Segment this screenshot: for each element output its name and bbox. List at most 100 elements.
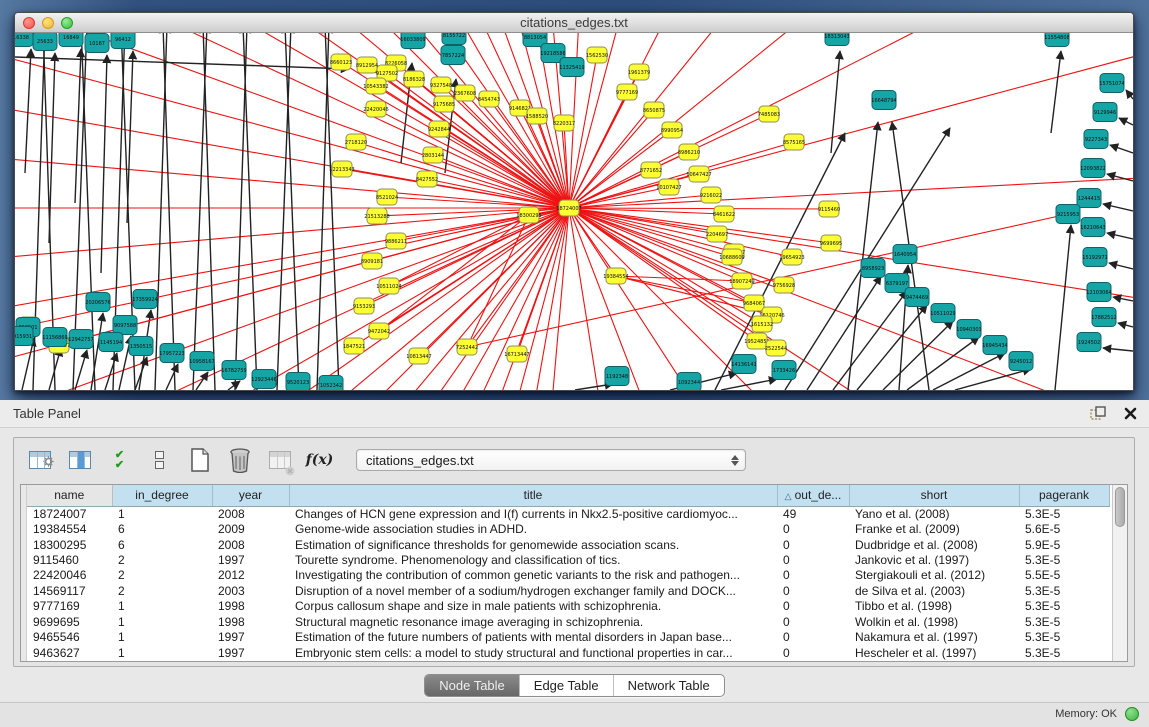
graph-node[interactable]: 16713447 [504,346,529,362]
table-cell[interactable]: 5.3E-5 [1019,584,1109,599]
table-cell[interactable]: 2008 [212,537,289,552]
table-cell[interactable]: Hescheler et al. (1997) [849,645,1019,661]
table-cell[interactable]: 0 [777,537,849,552]
network-window[interactable]: citations_edges.txt 18724007866012389129… [14,12,1134,391]
graph-node[interactable]: 12942757 [68,330,93,349]
table-cell[interactable]: 18300295 [27,537,112,552]
table-row[interactable]: 977716911998Corpus callosum shape and si… [27,599,1109,614]
table-cell[interactable]: 5.6E-5 [1019,522,1109,537]
graph-node[interactable]: 1615132 [751,316,773,332]
graph-node[interactable]: 8909181 [361,253,383,269]
table-row[interactable]: 1456911722003Disruption of a novel membe… [27,584,1109,599]
table-cell[interactable]: 5.3E-5 [1019,630,1109,645]
graph-node[interactable]: 9699695 [820,235,842,251]
graph-node[interactable]: 7485083 [758,106,780,122]
table-cell[interactable]: Stergiakouli et al. (2012) [849,568,1019,583]
graph-node[interactable]: 8427552 [416,171,438,187]
graph-node[interactable]: 18724007 [556,200,581,216]
table-row[interactable]: 1872400712008Changes of HCN gene express… [27,506,1109,522]
graph-node[interactable]: 9245012 [1009,352,1033,371]
select-all-columns-icon[interactable]: ✔✔ [106,447,133,474]
table-cell[interactable]: Genome-wide association studies in ADHD. [289,522,777,537]
table-cell[interactable]: Yano et al. (2008) [849,506,1019,522]
graph-node[interactable]: 8186328 [403,71,425,87]
vertical-scrollbar[interactable] [1112,485,1127,661]
graph-node[interactable]: 7252442 [456,339,478,355]
table-cell[interactable]: 1997 [212,630,289,645]
table-cell[interactable]: 1 [112,645,212,661]
graph-node[interactable]: 16338 [15,33,33,47]
graph-node[interactable]: 10940303 [956,320,981,339]
column-header-name[interactable]: name [27,485,112,506]
graph-node[interactable]: 11554808 [1044,33,1069,47]
graph-node[interactable]: 16648794 [871,91,896,110]
graph-node[interactable]: 17359924 [132,290,157,309]
graph-node[interactable]: 9153293 [353,298,375,314]
table-cell[interactable]: 5.3E-5 [1019,553,1109,568]
graph-node[interactable]: 8155722 [442,33,466,45]
column-header-title[interactable]: title [289,485,777,506]
graph-node[interactable]: 2718120 [345,134,367,150]
graph-node[interactable]: 17957223 [159,344,184,363]
tab-node-table[interactable]: Node Table [425,675,519,696]
graph-node[interactable]: 8912954 [356,57,378,73]
graph-node[interactable]: 25633 [33,33,57,51]
table-cell[interactable]: 0 [777,584,849,599]
graph-node[interactable]: 2367608 [454,85,476,101]
table-cell[interactable]: 2008 [212,506,289,522]
table-cell[interactable]: Tourette syndrome. Phenomenology and cla… [289,553,777,568]
graph-node[interactable]: 2204697 [706,226,728,242]
table-cell[interactable]: 2012 [212,568,289,583]
graph-node[interactable]: 1924502 [1077,333,1101,352]
graph-node[interactable]: 3915931 [15,327,33,346]
graph-node[interactable]: 9129946 [1093,103,1117,122]
graph-node[interactable]: 10187 [85,34,109,53]
delete-row-icon[interactable] [226,447,253,474]
graph-node[interactable]: 10647427 [686,166,711,182]
table-cell[interactable]: 9463627 [27,645,112,661]
table-cell[interactable]: 18724007 [27,506,112,522]
graph-node[interactable]: 16849 [59,33,83,47]
graph-node[interactable]: 2803144 [422,147,444,163]
table-selector[interactable]: citations_edges.txt [356,449,746,471]
graph-node[interactable]: 16945434 [982,336,1007,355]
table-cell[interactable]: 22420046 [27,568,112,583]
graph-node[interactable]: 8454743 [478,91,500,107]
table-cell[interactable]: 1 [112,615,212,630]
graph-node[interactable]: 10688609 [719,249,744,265]
graph-node[interactable]: 1192348 [605,367,629,386]
table-cell[interactable]: 1997 [212,645,289,661]
table-cell[interactable]: 1998 [212,615,289,630]
table-cell[interactable]: Dudbridge et al. (2008) [849,537,1019,552]
graph-node[interactable]: 15751074 [1099,74,1124,93]
function-builder-icon[interactable]: f(x) [306,447,333,474]
new-row-icon[interactable] [186,447,213,474]
graph-node[interactable]: 9777169 [616,84,638,100]
graph-node[interactable]: 22420046 [363,101,388,117]
table-cell[interactable]: 6 [112,537,212,552]
graph-node[interactable]: 1562530 [586,47,608,63]
table-cell[interactable]: 5.3E-5 [1019,645,1109,661]
graph-node[interactable]: 9097588 [113,316,137,335]
graph-node[interactable]: 8958923 [861,259,885,278]
graph-node[interactable]: 19654923 [779,249,804,265]
graph-node[interactable]: 10511029 [930,304,955,323]
table-cell[interactable]: 2 [112,568,212,583]
graph-node[interactable]: 1847521 [343,338,365,354]
table-cell[interactable]: Wolkin et al. (1998) [849,615,1019,630]
table-cell[interactable]: 5.9E-5 [1019,537,1109,552]
table-row[interactable]: 911546021997Tourette syndrome. Phenomeno… [27,553,1109,568]
table-cell[interactable]: 0 [777,522,849,537]
table-cell[interactable]: 9465546 [27,630,112,645]
table-cell[interactable]: 6 [112,522,212,537]
table-cell[interactable]: Jankovic et al. (1997) [849,553,1019,568]
column-header-year[interactable]: year [212,485,289,506]
graph-node[interactable]: 12093822 [1080,159,1105,178]
close-panel-icon[interactable] [1121,405,1139,421]
graph-node[interactable]: 1145194 [99,333,123,352]
table-cell[interactable]: Structural magnetic resonance image aver… [289,615,777,630]
graph-node[interactable]: 9227343 [1084,130,1108,149]
memory-status-light[interactable] [1125,707,1139,721]
graph-node[interactable]: 1961379 [628,64,650,80]
graph-node[interactable]: 18313043 [824,33,849,46]
